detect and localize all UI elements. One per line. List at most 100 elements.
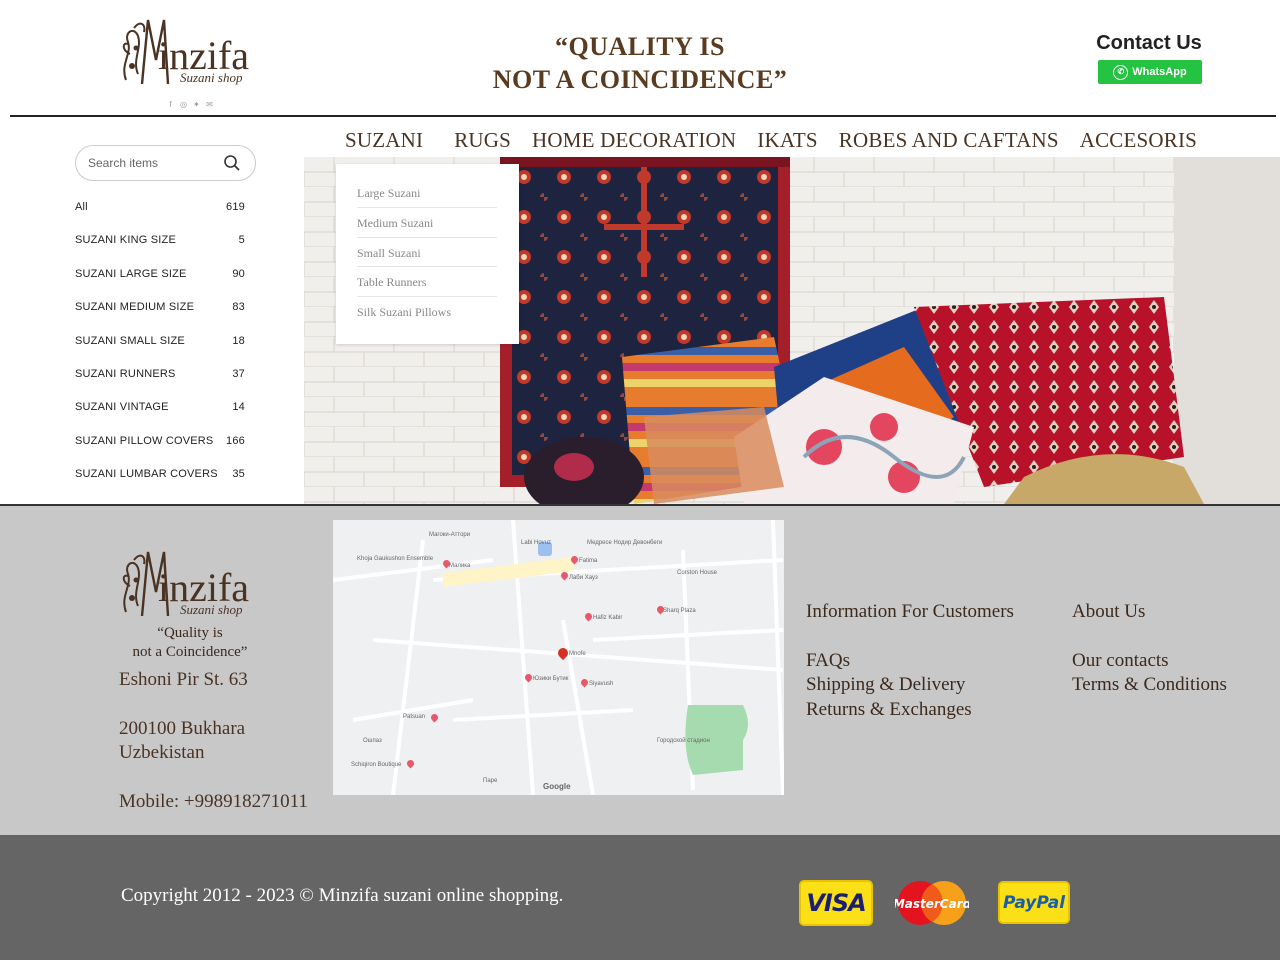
- nav-ikats[interactable]: IKATS: [757, 128, 818, 153]
- mastercard-icon: MasterCard: [895, 880, 969, 926]
- category-list: All 619 SUZANI KING SIZE 5 SUZANI LARGE SI…: [75, 201, 245, 502]
- link-returns-exchanges[interactable]: Returns & Exchanges: [806, 698, 1014, 723]
- dropdown-item-medium-suzani[interactable]: Medium Suzani: [357, 208, 497, 238]
- whatsapp-label: WhatsApp: [1132, 66, 1187, 78]
- map-label: Паре: [483, 778, 498, 784]
- address-mobile: Mobile: +998918271011: [119, 790, 308, 812]
- category-item-small[interactable]: SUZANI SMALL SIZE 18: [75, 335, 245, 368]
- whatsapp-icon: ✆: [1113, 64, 1129, 80]
- category-sidebar: All 619 SUZANI KING SIZE 5 SUZANI LARGE SI…: [0, 117, 304, 504]
- footer-quote: “Quality is not a Coincidence”: [110, 624, 270, 662]
- logo-subtitle: Suzani shop: [180, 70, 243, 85]
- nav-suzani[interactable]: SUZANI: [336, 128, 434, 153]
- link-terms-conditions[interactable]: Terms & Conditions: [1072, 673, 1227, 698]
- nav-accesoris[interactable]: ACCESORIS: [1080, 128, 1197, 153]
- mail-icon[interactable]: ✉: [205, 100, 214, 109]
- search-icon[interactable]: [223, 154, 241, 172]
- footer-quote-line-1: “Quality is: [157, 625, 223, 641]
- category-label: SUZANI LUMBAR COVERS: [75, 468, 218, 481]
- category-count: 619: [226, 201, 245, 213]
- search-input[interactable]: [88, 154, 218, 172]
- category-label: SUZANI RUNNERS: [75, 367, 176, 380]
- link-our-contacts[interactable]: Our contacts: [1072, 649, 1227, 674]
- whatsapp-button[interactable]: ✆ WhatsApp: [1098, 60, 1202, 84]
- main-nav: SUZANI RUGS HOME DECORATION IKATS ROBES …: [336, 128, 1197, 153]
- facebook-icon[interactable]: f: [166, 100, 175, 109]
- footer-logo[interactable]: inzifa Suzani shop: [118, 546, 268, 626]
- address-country: Uzbekistan: [119, 742, 205, 763]
- customer-info-heading: Information For Customers: [806, 601, 1014, 622]
- category-count: 14: [232, 401, 245, 414]
- map-label: Khoja Gaukushon Ensemble: [357, 556, 434, 562]
- link-faqs[interactable]: FAQs: [806, 649, 1014, 674]
- map-label: Магоки-Аттори: [429, 532, 471, 538]
- nav-robes-and-caftans[interactable]: ROBES AND CAFTANS: [839, 128, 1059, 153]
- paypal-icon: PayPal: [998, 881, 1070, 924]
- tagline-line-2: NOT A COINCIDENCE”: [492, 65, 788, 94]
- map-label: Hafiz Kabir: [593, 615, 623, 621]
- map-label: Юзики Бутик: [533, 676, 569, 682]
- category-item-large[interactable]: SUZANI LARGE SIZE 90: [75, 268, 245, 301]
- category-count: 5: [238, 234, 245, 247]
- about-heading: About Us: [1072, 601, 1146, 622]
- customer-info-column: Information For Customers FAQs Shipping …: [806, 600, 1014, 722]
- map-label: Sharq Plaza: [663, 608, 696, 614]
- category-label: SUZANI MEDIUM SIZE: [75, 301, 195, 314]
- category-item-medium[interactable]: SUZANI MEDIUM SIZE 83: [75, 301, 245, 334]
- social-links: f ◎ ✦ ✉: [166, 100, 214, 109]
- category-count: 37: [232, 367, 245, 380]
- link-shipping-delivery[interactable]: Shipping & Delivery: [806, 673, 1014, 698]
- address-street: Eshoni Pir St. 63: [119, 669, 248, 690]
- category-count: 83: [232, 301, 245, 314]
- category-count: 90: [232, 267, 245, 280]
- paypal-label: PayPal: [1002, 892, 1066, 913]
- map-label: Schiqiron Boutique: [351, 762, 402, 768]
- category-count: 18: [232, 334, 245, 347]
- header-tagline: “QUALITY IS NOT A COINCIDENCE”: [490, 30, 790, 96]
- category-label: SUZANI KING SIZE: [75, 234, 176, 247]
- footer-logo-subtitle: Suzani shop: [180, 602, 243, 617]
- twitter-icon[interactable]: ✦: [192, 100, 201, 109]
- category-item-king[interactable]: SUZANI KING SIZE 5: [75, 234, 245, 267]
- dropdown-item-silk-suzani-pillows[interactable]: Silk Suzani Pillows: [357, 297, 497, 327]
- category-item-runners[interactable]: SUZANI RUNNERS 37: [75, 368, 245, 401]
- address-city: 200100 Bukhara: [119, 717, 246, 739]
- about-column: About Us Our contacts Terms & Conditions: [1072, 600, 1227, 698]
- footer-quote-line-2: not a Coincidence”: [132, 644, 248, 660]
- store-address: Eshoni Pir St. 63 200100 Bukhara Uzbekis…: [119, 668, 308, 838]
- contact-title[interactable]: Contact Us: [1088, 32, 1210, 55]
- category-item-lumbar-covers[interactable]: SUZANI LUMBAR COVERS 35: [75, 468, 245, 501]
- dropdown-item-large-suzani[interactable]: Large Suzani: [357, 178, 497, 208]
- tagline-line-1: “QUALITY IS: [555, 32, 725, 61]
- map-label: Siyavush: [589, 681, 614, 687]
- search-box: [75, 145, 256, 181]
- map-label: Лаби Хауз: [569, 575, 598, 581]
- bottom-bar: Copyright 2012 - 2023 © Minzifa suzani o…: [0, 835, 1280, 960]
- category-label: SUZANI LARGE SIZE: [75, 267, 187, 280]
- map-label: Fatima: [579, 558, 598, 564]
- category-item-pillow-covers[interactable]: SUZANI PILLOW COVERS 166: [75, 435, 245, 468]
- category-label: All: [75, 201, 88, 213]
- map-label: Городской стадион: [657, 738, 710, 744]
- map-label: Patsuan: [403, 714, 426, 720]
- instagram-icon[interactable]: ◎: [179, 100, 188, 109]
- site-logo[interactable]: inzifa Suzani shop: [118, 14, 268, 94]
- dropdown-item-table-runners[interactable]: Table Runners: [357, 267, 497, 298]
- map-label: Labi Hovuz: [521, 540, 552, 546]
- location-map[interactable]: Магоки-Аттори Labi Hovuz Медресе Нодир Д…: [333, 520, 784, 795]
- nav-home-decoration[interactable]: HOME DECORATION: [532, 128, 736, 153]
- category-label: SUZANI PILLOW COVERS: [75, 434, 214, 447]
- visa-icon: VISA: [799, 880, 873, 926]
- visa-label: VISA: [806, 889, 866, 917]
- category-label: SUZANI SMALL SIZE: [75, 334, 185, 347]
- category-label: SUZANI VINTAGE: [75, 401, 169, 414]
- category-item-vintage[interactable]: SUZANI VINTAGE 14: [75, 401, 245, 434]
- nav-rugs[interactable]: RUGS: [454, 128, 511, 153]
- map-label: Ошпаз: [363, 738, 382, 744]
- category-count: 166: [226, 434, 245, 447]
- mastercard-circles: MasterCard: [895, 881, 969, 925]
- site-header: inzifa Suzani shop f ◎ ✦ ✉ “QUALITY IS N…: [0, 0, 1280, 117]
- dropdown-item-small-suzani[interactable]: Small Suzani: [357, 238, 497, 268]
- mastercard-label: MasterCard: [895, 897, 969, 911]
- category-item-all[interactable]: All 619: [75, 201, 245, 234]
